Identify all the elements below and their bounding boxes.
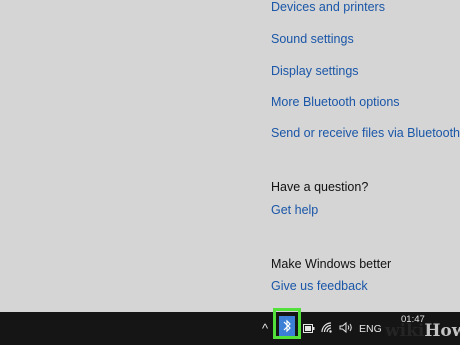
link-get-help[interactable]: Get help — [271, 203, 318, 217]
chevron-up-icon[interactable]: ^ — [262, 321, 268, 336]
watermark-wiki: wiki — [385, 321, 425, 341]
link-sound-settings[interactable]: Sound settings — [271, 32, 354, 46]
language-indicator[interactable]: ENG — [359, 323, 382, 335]
bluetooth-icon[interactable] — [279, 316, 295, 336]
settings-pane: Devices and printers Sound settings Disp… — [0, 0, 460, 312]
battery-icon[interactable] — [303, 324, 315, 336]
wikihow-watermark: wikiHow — [385, 321, 460, 341]
make-windows-better-heading: Make Windows better — [271, 257, 392, 271]
link-send-receive-files-bluetooth[interactable]: Send or receive files via Bluetooth — [271, 126, 460, 140]
watermark-how: How — [424, 321, 460, 341]
link-more-bluetooth-options[interactable]: More Bluetooth options — [271, 95, 400, 109]
volume-icon[interactable] — [339, 321, 353, 336]
wifi-icon[interactable] — [321, 322, 334, 336]
link-display-settings[interactable]: Display settings — [271, 64, 359, 78]
link-devices-and-printers[interactable]: Devices and printers — [271, 0, 385, 14]
have-a-question-heading: Have a question? — [271, 180, 369, 194]
link-give-us-feedback[interactable]: Give us feedback — [271, 279, 368, 293]
